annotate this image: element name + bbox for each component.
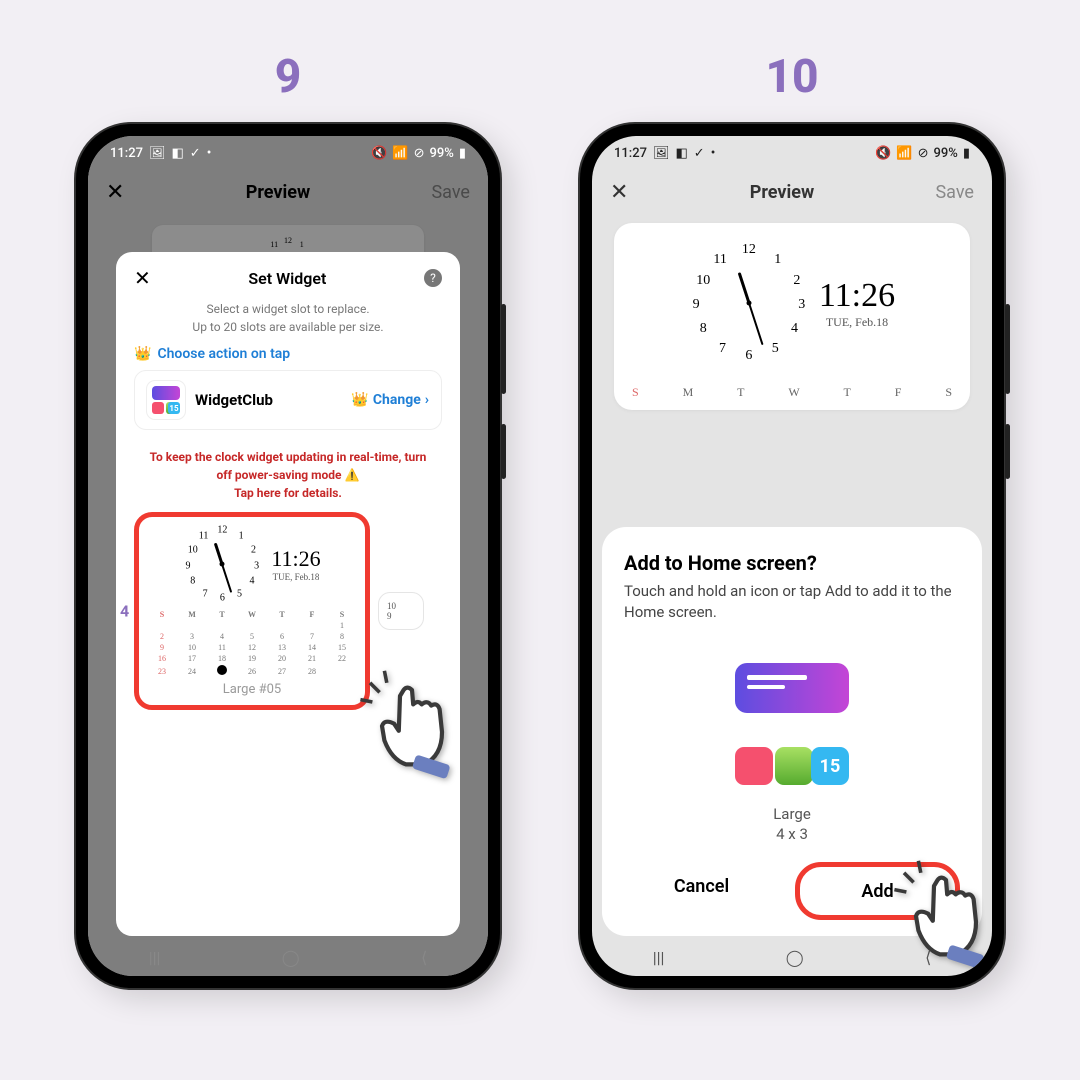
step-number: 9 (76, 50, 500, 104)
slot-index: 4 (120, 602, 129, 621)
back-icon[interactable]: ⟨ (421, 948, 427, 967)
modal-close-icon[interactable]: ✕ (134, 266, 151, 290)
digital-clock: 11:26TUE, Feb.18 (271, 546, 320, 582)
change-app-button[interactable]: 👑 Change› (351, 392, 429, 408)
warning-text[interactable]: To keep the clock widget updating in rea… (134, 448, 442, 502)
analog-clock: 12 12 34 56 78 910 11 (689, 243, 809, 363)
save-button[interactable]: Save (935, 182, 974, 203)
crown-icon: 👑 (134, 346, 151, 362)
help-icon[interactable]: ? (424, 269, 442, 287)
crown-icon: 👑 (351, 392, 368, 408)
calendar-mini: SMTWTFS 12345678910111213141516171819202… (147, 609, 357, 678)
digital-clock: 11:26TUE, Feb.18 (819, 277, 895, 330)
widget-slot-selected[interactable]: 12 12 34 56 78 910 11 (134, 512, 370, 710)
back-icon[interactable]: ⟨ (925, 948, 931, 967)
calendar-week-header: SMTWTFS (628, 385, 956, 400)
analog-clock: 12 12 34 56 78 910 11 (183, 525, 261, 603)
selected-app-row: 15 WidgetClub 👑 Change› (134, 370, 442, 430)
android-nav-bar: ||| ◯ ⟨ (88, 938, 488, 976)
chevron-right-icon: › (425, 392, 429, 408)
slot-label: Large #05 (147, 682, 357, 697)
widgetclub-app-icon: 15 (147, 381, 185, 419)
sheet-body: Touch and hold an icon or tap Add to add… (624, 581, 960, 623)
recents-icon[interactable]: ||| (653, 948, 665, 967)
choose-action-link[interactable]: 👑 Choose action on tap (134, 346, 442, 362)
recents-icon[interactable]: ||| (149, 948, 161, 967)
phone-frame: ✕ Preview Save 121 11 ⇪ Set (76, 124, 500, 988)
modal-subtitle: Select a widget slot to replace.Up to 20… (134, 300, 442, 336)
modal-title: Set Widget (248, 269, 326, 288)
android-nav-bar: ||| ◯ ⟨ (592, 938, 992, 976)
sheet-title: Add to Home screen? (624, 551, 960, 575)
preview-widget: 12 12 34 56 78 910 11 11:26TUE, Feb.18 (614, 223, 970, 410)
set-widget-modal: ✕ Set Widget ? Select a widget slot to r… (116, 252, 460, 936)
add-to-home-sheet: Add to Home screen? Touch and hold an ic… (602, 527, 982, 936)
status-bar: 11:27🖼◧✓• 🔇📶⊘99%▮ (88, 136, 488, 170)
home-icon[interactable]: ◯ (786, 948, 804, 967)
add-button[interactable]: Add (795, 862, 960, 920)
phone-frame: 11:27🖼◧✓• 🔇📶⊘99%▮ ✕ Preview Save 12 12 3… (580, 124, 1004, 988)
status-bar: 11:27🖼◧✓• 🔇📶⊘99%▮ (592, 136, 992, 170)
widget-size-label: Large4 x 3 (624, 805, 960, 844)
widget-thumbnail[interactable]: 15 (717, 649, 867, 799)
step-number: 10 (580, 50, 1004, 104)
widget-slot-carousel[interactable]: 4 12 12 34 56 78 910 11 (134, 512, 442, 710)
app-name-label: WidgetClub (195, 391, 341, 409)
step-10: 10 11:27🖼◧✓• 🔇📶⊘99%▮ ✕ Preview Save 12 (580, 50, 1004, 988)
close-icon[interactable]: ✕ (610, 180, 628, 205)
home-icon[interactable]: ◯ (282, 948, 300, 967)
cancel-button[interactable]: Cancel (624, 862, 779, 910)
step-9: 9 ✕ Preview Save 121 11 (76, 50, 500, 988)
widget-slot-next[interactable]: 109 (378, 592, 424, 630)
page-title: Preview (750, 182, 814, 203)
